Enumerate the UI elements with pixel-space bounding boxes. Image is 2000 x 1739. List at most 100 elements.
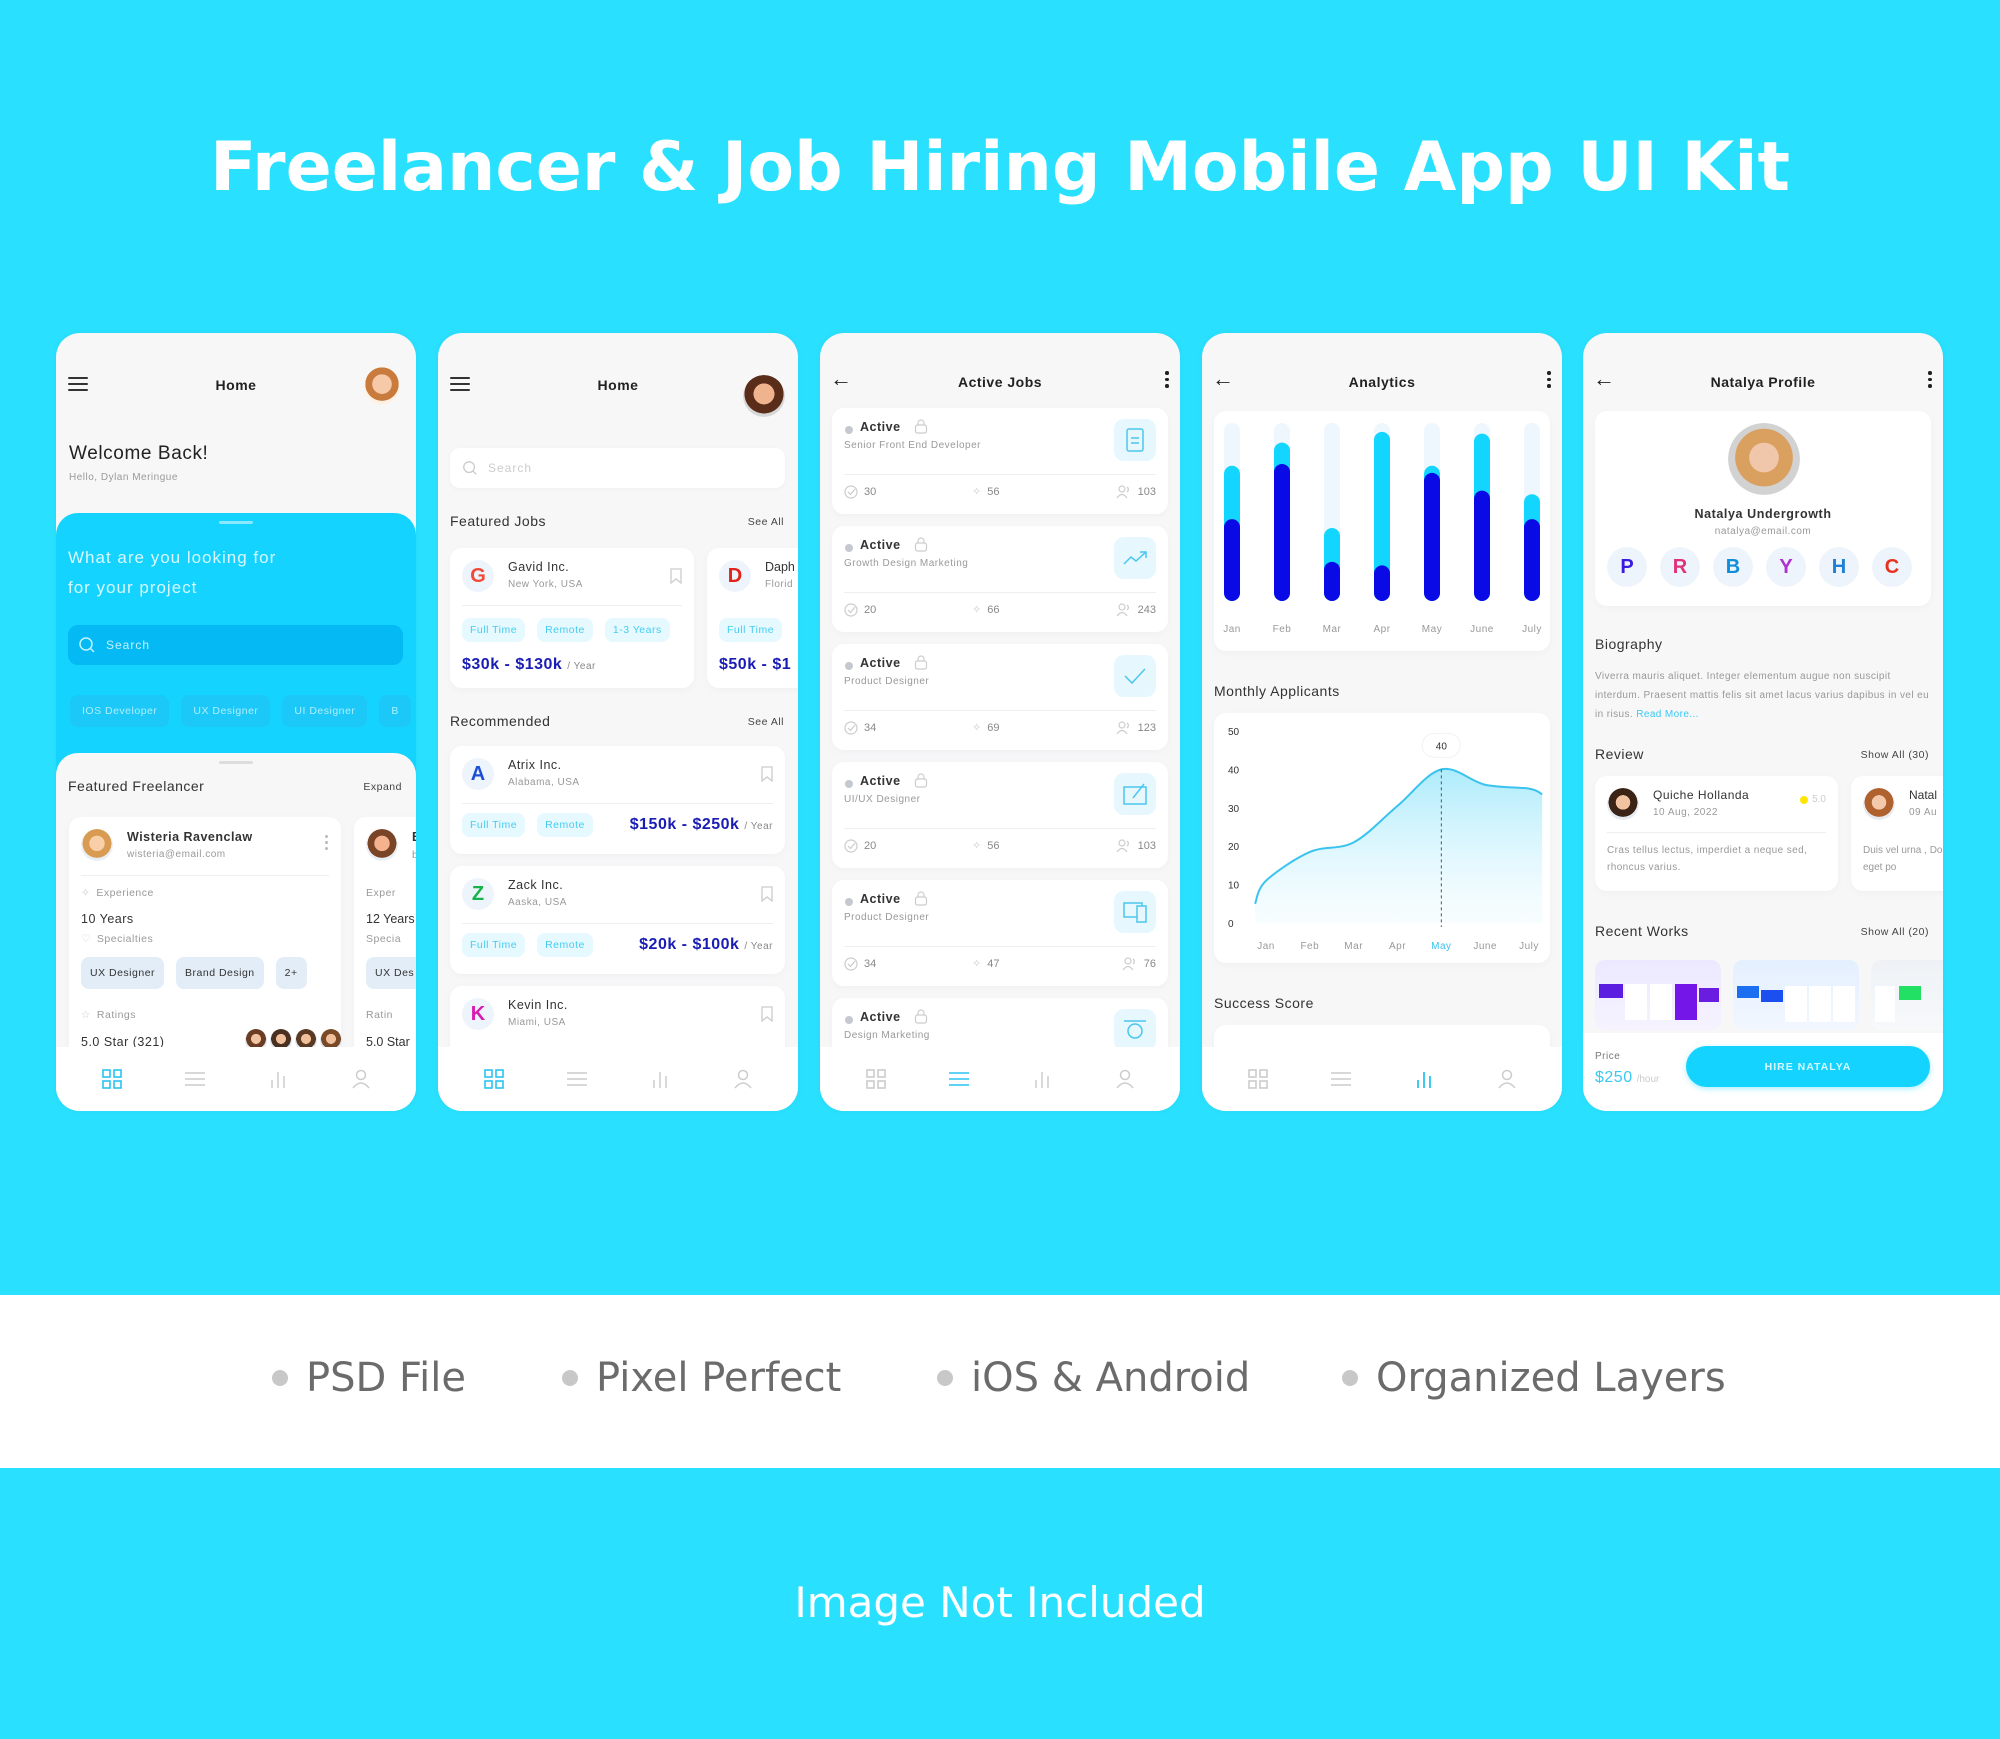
bar-portion[interactable] <box>1424 472 1440 601</box>
nav-analytics[interactable] <box>1404 1064 1444 1094</box>
more-options-icon[interactable] <box>325 835 329 850</box>
list-icon <box>566 1072 587 1086</box>
active-job-card[interactable]: Active Product Designer 34 ✧ 47 76 <box>832 880 1168 986</box>
bar-portion[interactable] <box>1524 519 1540 601</box>
search-input[interactable]: Search <box>450 448 785 488</box>
expand-link[interactable]: Expand <box>363 781 402 793</box>
skill-icon-r[interactable]: R <box>1660 547 1700 587</box>
freelancer-email: b <box>412 849 416 861</box>
active-job-card[interactable]: Active Product Designer 34 ✧ 69 123 <box>832 644 1168 750</box>
specialty-chip[interactable]: 2+ <box>275 957 307 989</box>
nav-list[interactable] <box>557 1064 597 1094</box>
nav-analytics[interactable] <box>1022 1064 1062 1094</box>
nav-home[interactable] <box>474 1064 514 1094</box>
company-logo: G <box>462 560 494 592</box>
feature-item: iOS & Android <box>937 1355 1250 1401</box>
bar-x-label: June <box>1470 624 1494 635</box>
job-tag: Remote <box>537 618 593 642</box>
nav-profile[interactable] <box>1487 1064 1527 1094</box>
work-thumbnail[interactable] <box>1595 960 1721 1030</box>
bar-portion[interactable] <box>1324 561 1340 601</box>
job-tag: Remote <box>537 933 593 957</box>
welcome-title: Welcome Back! <box>69 443 209 464</box>
more-options-icon[interactable] <box>1927 371 1933 391</box>
bookmark-icon[interactable] <box>761 886 773 902</box>
work-thumbnail[interactable] <box>1871 960 1943 1030</box>
category-chip[interactable]: B <box>379 695 411 727</box>
bar-portion[interactable] <box>1274 463 1290 601</box>
active-job-card[interactable]: Active Growth Design Marketing 20 ✧ 66 24… <box>832 526 1168 632</box>
skill-icon-b[interactable]: B <box>1713 547 1753 587</box>
review-show-all[interactable]: Show All (30) <box>1861 749 1929 761</box>
nav-profile[interactable] <box>341 1064 381 1094</box>
nav-home[interactable] <box>1238 1064 1278 1094</box>
user-avatar[interactable] <box>743 375 785 417</box>
salary-value: $20k - $100k <box>639 936 740 953</box>
skill-icon-c[interactable]: C <box>1872 547 1912 587</box>
company-name: Zack Inc. <box>508 878 564 892</box>
job-status: Active <box>860 538 901 552</box>
nav-home[interactable] <box>856 1064 896 1094</box>
category-chip[interactable]: IOS Developer <box>70 695 170 727</box>
active-job-card[interactable]: Active UI/UX Designer 20 ✧ 56 103 <box>832 762 1168 868</box>
works-show-all[interactable]: Show All (20) <box>1861 926 1929 938</box>
freelancer-card[interactable]: B b Exper 12 Years Specia UX Des Ratin 5… <box>354 817 416 1077</box>
specialty-chip[interactable]: UX Designer <box>81 957 165 989</box>
nav-list[interactable] <box>1321 1064 1361 1094</box>
x-tick-label: June <box>1473 941 1497 952</box>
reviewer-name: Natal <box>1909 788 1938 802</box>
skill-icon-p[interactable]: P <box>1607 547 1647 587</box>
read-more-link[interactable]: Read More... <box>1636 709 1699 720</box>
recommended-job-card[interactable]: A Atrix Inc. Alabama, USA Full Time Remo… <box>450 746 785 854</box>
check-circle-icon <box>844 839 858 853</box>
bar-portion[interactable] <box>1474 490 1490 601</box>
drag-handle[interactable] <box>219 761 253 764</box>
job-status: Active <box>860 774 901 788</box>
more-options-icon[interactable] <box>1546 371 1552 391</box>
active-job-card[interactable]: Active Senior Front End Developer 30 ✧ 56… <box>832 408 1168 514</box>
user-avatar[interactable] <box>364 367 400 405</box>
price-value: $250 <box>1595 1069 1633 1086</box>
company-name: Daph <box>765 560 795 574</box>
skill-icons: P R B Y H C <box>1607 547 1912 587</box>
skill-icon-y[interactable]: Y <box>1766 547 1806 587</box>
featured-job-card[interactable]: D Daph Florid Full Time $50k - $1 <box>707 548 798 688</box>
nav-list[interactable] <box>939 1064 979 1094</box>
job-tags: Full Time Remote <box>462 813 593 837</box>
category-chip[interactable]: UX Designer <box>181 695 271 727</box>
featured-see-all[interactable]: See All <box>748 516 784 528</box>
bookmark-icon[interactable] <box>761 1006 773 1022</box>
job-tag: Full Time <box>462 933 526 957</box>
hero-search-input[interactable]: Search <box>68 625 403 665</box>
drag-handle[interactable] <box>219 521 253 524</box>
nav-profile[interactable] <box>723 1064 763 1094</box>
specialty-chip[interactable]: UX Des <box>366 957 416 989</box>
skill-icon-h[interactable]: H <box>1819 547 1859 587</box>
recommended-see-all[interactable]: See All <box>748 716 784 728</box>
shortlisted-count: 66 <box>987 603 1000 616</box>
freelancer-card[interactable]: Wisteria Ravenclaw wisteria@email.com ✧ E… <box>69 817 342 1077</box>
bookmark-icon[interactable] <box>761 766 773 782</box>
bar-portion[interactable] <box>1374 565 1390 601</box>
featured-job-card[interactable]: G Gavid Inc. New York, USA Full Time Rem… <box>450 548 694 688</box>
x-tick-label: Feb <box>1300 941 1319 952</box>
ratings-label: ☆ Ratings <box>81 1009 136 1021</box>
nav-analytics[interactable] <box>640 1064 680 1094</box>
bar-portion[interactable] <box>1224 519 1240 601</box>
status-dot <box>845 426 853 434</box>
nav-analytics[interactable] <box>258 1064 298 1094</box>
work-thumbnail[interactable] <box>1733 960 1859 1030</box>
nav-profile[interactable] <box>1105 1064 1145 1094</box>
thumb-block <box>1599 984 1623 998</box>
category-chip[interactable]: UI Designer <box>282 695 368 727</box>
nav-home[interactable] <box>92 1064 132 1094</box>
nav-list[interactable] <box>175 1064 215 1094</box>
completed-count: 34 <box>864 958 877 970</box>
recommended-job-card[interactable]: Z Zack Inc. Aaska, USA Full Time Remote … <box>450 866 785 974</box>
more-options-icon[interactable] <box>1164 371 1170 391</box>
bookmark-icon[interactable] <box>670 568 682 584</box>
bullet-icon <box>1342 1370 1358 1386</box>
pen-tool-icon <box>1124 1020 1146 1039</box>
specialty-chip[interactable]: Brand Design <box>176 957 264 989</box>
hire-button[interactable]: HIRE NATALYA <box>1686 1046 1930 1087</box>
